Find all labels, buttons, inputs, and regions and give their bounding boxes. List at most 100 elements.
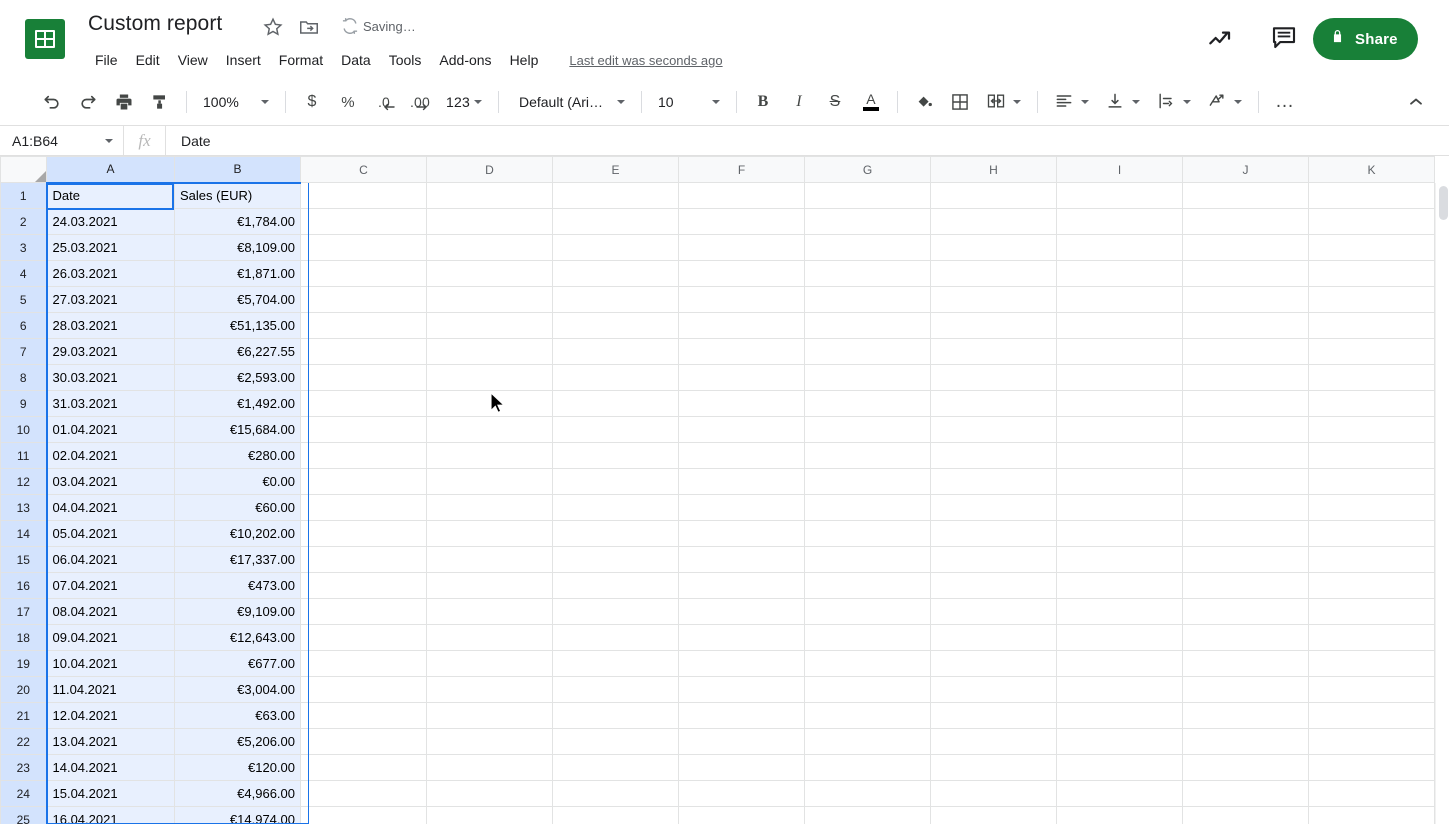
cell-I11[interactable] <box>1056 442 1183 469</box>
cell-F15[interactable] <box>678 546 805 573</box>
row-header-13[interactable]: 13 <box>0 494 48 521</box>
cell-K9[interactable] <box>1308 390 1435 417</box>
row-header-25[interactable]: 25 <box>0 806 48 824</box>
cell-B21[interactable]: €63.00 <box>174 702 301 729</box>
cell-K10[interactable] <box>1308 416 1435 443</box>
cell-B24[interactable]: €4,966.00 <box>174 780 301 807</box>
cell-A12[interactable]: 03.04.2021 <box>46 468 175 495</box>
cell-K19[interactable] <box>1308 650 1435 677</box>
cell-E17[interactable] <box>552 598 679 625</box>
cell-A9[interactable]: 31.03.2021 <box>46 390 175 417</box>
cell-H17[interactable] <box>930 598 1057 625</box>
row-header-23[interactable]: 23 <box>0 754 48 781</box>
menu-item-help[interactable]: Help <box>501 49 548 71</box>
cell-H11[interactable] <box>930 442 1057 469</box>
row-header-9[interactable]: 9 <box>0 390 48 417</box>
cell-C6[interactable] <box>300 312 427 339</box>
cell-I1[interactable] <box>1056 182 1183 209</box>
cell-J1[interactable] <box>1182 182 1309 209</box>
move-to-folder-icon[interactable] <box>298 16 322 40</box>
cell-E11[interactable] <box>552 442 679 469</box>
cell-G2[interactable] <box>804 208 931 235</box>
cell-K7[interactable] <box>1308 338 1435 365</box>
cell-E25[interactable] <box>552 806 679 824</box>
cell-C1[interactable] <box>300 182 427 209</box>
cell-I17[interactable] <box>1056 598 1183 625</box>
cell-C2[interactable] <box>300 208 427 235</box>
cell-J19[interactable] <box>1182 650 1309 677</box>
cell-D11[interactable] <box>426 442 553 469</box>
row-header-22[interactable]: 22 <box>0 728 48 755</box>
cell-K8[interactable] <box>1308 364 1435 391</box>
cell-F2[interactable] <box>678 208 805 235</box>
column-header-a[interactable]: A <box>46 156 175 184</box>
cell-I9[interactable] <box>1056 390 1183 417</box>
cell-C7[interactable] <box>300 338 427 365</box>
cell-D19[interactable] <box>426 650 553 677</box>
cell-D18[interactable] <box>426 624 553 651</box>
cell-K17[interactable] <box>1308 598 1435 625</box>
cell-K22[interactable] <box>1308 728 1435 755</box>
cell-D25[interactable] <box>426 806 553 824</box>
cell-B18[interactable]: €12,643.00 <box>174 624 301 651</box>
cell-E3[interactable] <box>552 234 679 261</box>
cell-F21[interactable] <box>678 702 805 729</box>
cell-A22[interactable]: 13.04.2021 <box>46 728 175 755</box>
cell-G10[interactable] <box>804 416 931 443</box>
row-header-20[interactable]: 20 <box>0 676 48 703</box>
row-header-1[interactable]: 1 <box>0 182 48 209</box>
cell-A10[interactable]: 01.04.2021 <box>46 416 175 443</box>
cell-A24[interactable]: 15.04.2021 <box>46 780 175 807</box>
cell-B4[interactable]: €1,871.00 <box>174 260 301 287</box>
cell-J6[interactable] <box>1182 312 1309 339</box>
cell-F3[interactable] <box>678 234 805 261</box>
cell-E4[interactable] <box>552 260 679 287</box>
cell-A16[interactable]: 07.04.2021 <box>46 572 175 599</box>
italic-button[interactable]: I <box>784 87 814 117</box>
cell-D10[interactable] <box>426 416 553 443</box>
cell-C10[interactable] <box>300 416 427 443</box>
bold-button[interactable]: B <box>748 87 778 117</box>
cell-F20[interactable] <box>678 676 805 703</box>
cell-E13[interactable] <box>552 494 679 521</box>
cell-E6[interactable] <box>552 312 679 339</box>
cell-G17[interactable] <box>804 598 931 625</box>
cell-H24[interactable] <box>930 780 1057 807</box>
cell-B11[interactable]: €280.00 <box>174 442 301 469</box>
cell-C14[interactable] <box>300 520 427 547</box>
percent-format-button[interactable]: % <box>333 87 363 117</box>
cell-E19[interactable] <box>552 650 679 677</box>
menu-item-insert[interactable]: Insert <box>217 49 270 71</box>
cell-D8[interactable] <box>426 364 553 391</box>
font-size-dropdown[interactable]: 10 <box>652 87 726 117</box>
more-formats-dropdown[interactable]: 123 <box>440 87 488 117</box>
cell-H5[interactable] <box>930 286 1057 313</box>
cell-E5[interactable] <box>552 286 679 313</box>
cell-B20[interactable]: €3,004.00 <box>174 676 301 703</box>
cell-H25[interactable] <box>930 806 1057 824</box>
cell-D13[interactable] <box>426 494 553 521</box>
cell-F8[interactable] <box>678 364 805 391</box>
cell-C12[interactable] <box>300 468 427 495</box>
cell-B2[interactable]: €1,784.00 <box>174 208 301 235</box>
cell-I18[interactable] <box>1056 624 1183 651</box>
borders-icon[interactable] <box>945 87 975 117</box>
cell-F23[interactable] <box>678 754 805 781</box>
cell-C8[interactable] <box>300 364 427 391</box>
cell-H3[interactable] <box>930 234 1057 261</box>
cell-J15[interactable] <box>1182 546 1309 573</box>
cell-C20[interactable] <box>300 676 427 703</box>
cell-H6[interactable] <box>930 312 1057 339</box>
vertical-scrollbar-thumb[interactable] <box>1439 186 1448 220</box>
cell-E2[interactable] <box>552 208 679 235</box>
cell-B17[interactable]: €9,109.00 <box>174 598 301 625</box>
share-button[interactable]: Share <box>1313 18 1418 60</box>
cell-C25[interactable] <box>300 806 427 824</box>
column-header-j[interactable]: J <box>1182 156 1309 183</box>
cell-J14[interactable] <box>1182 520 1309 547</box>
cell-J22[interactable] <box>1182 728 1309 755</box>
cell-K21[interactable] <box>1308 702 1435 729</box>
cell-H4[interactable] <box>930 260 1057 287</box>
cell-B9[interactable]: €1,492.00 <box>174 390 301 417</box>
row-header-5[interactable]: 5 <box>0 286 48 313</box>
